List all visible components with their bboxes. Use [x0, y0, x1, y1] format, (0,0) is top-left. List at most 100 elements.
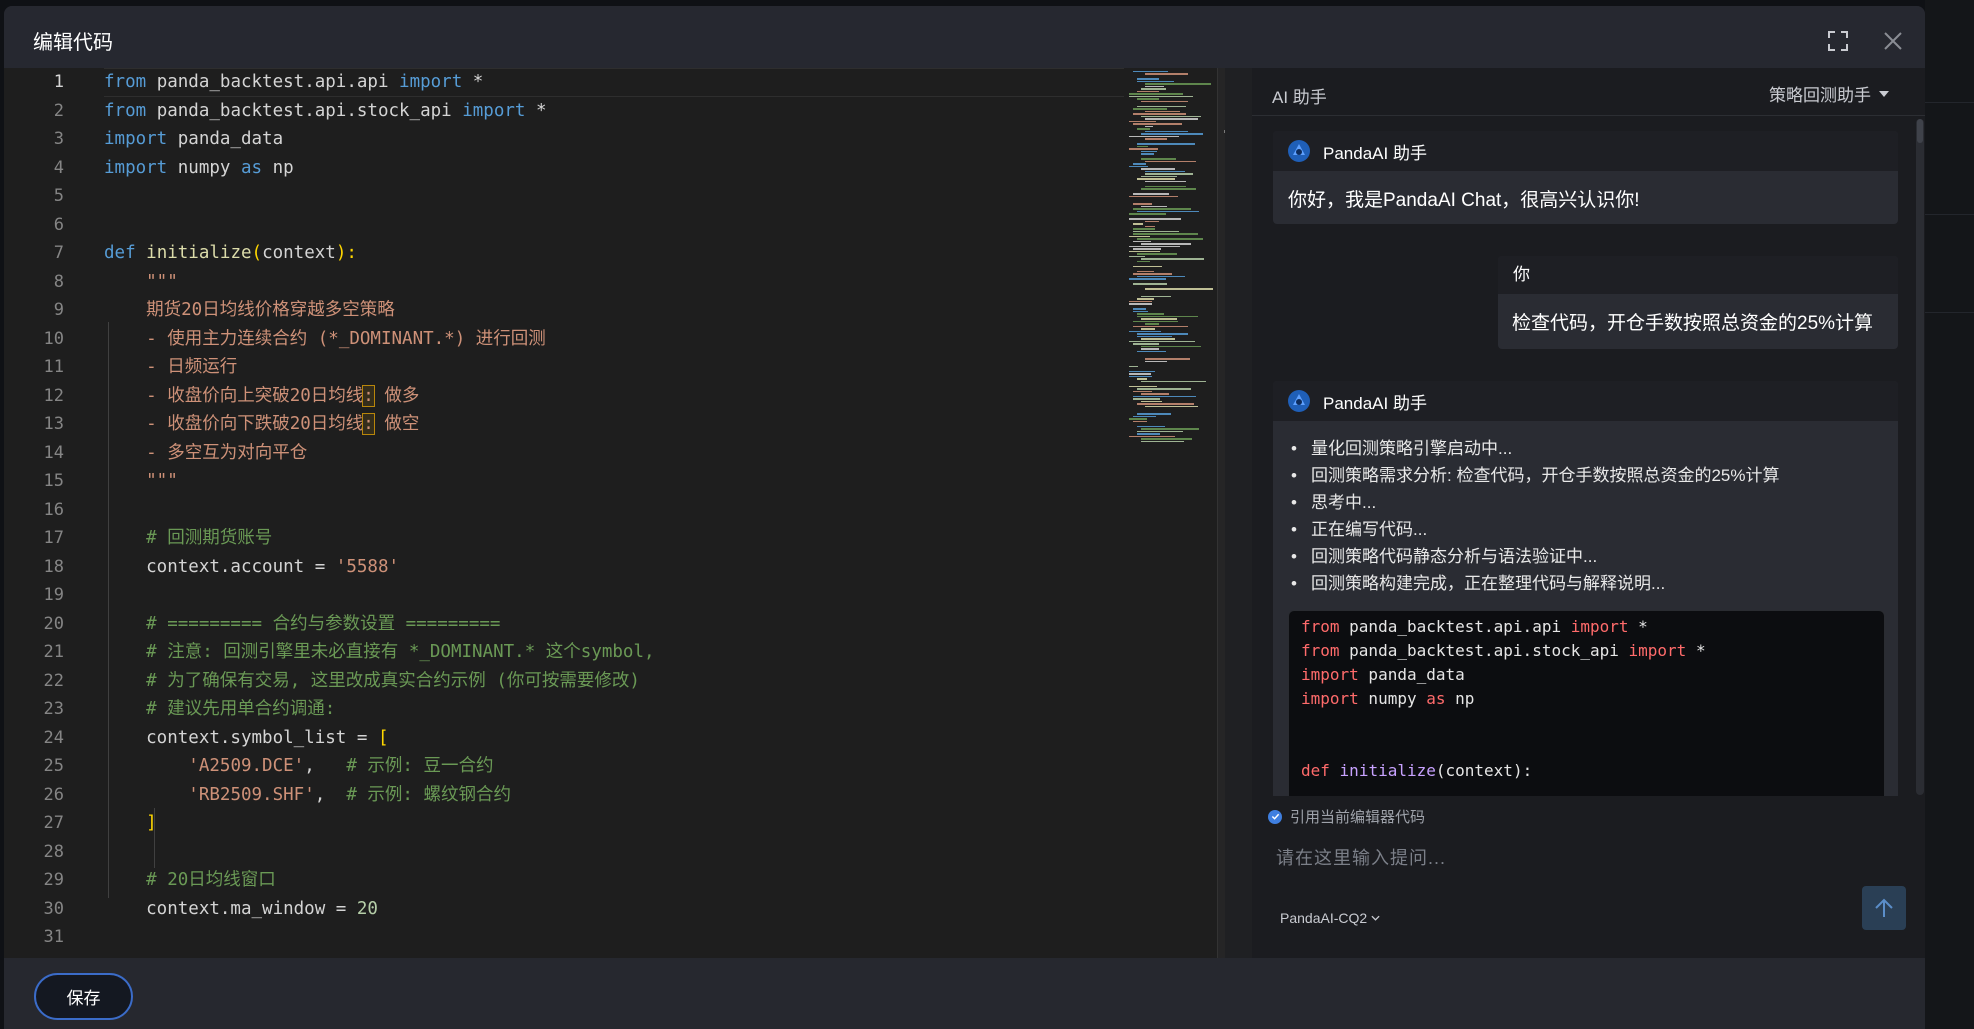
minimap-line [1145, 73, 1189, 75]
code-token: panda_data [1358, 665, 1465, 684]
generated-code-block[interactable]: from panda_backtest.api.api import * fro… [1288, 610, 1885, 796]
code-line: # 注意: 回测引擎里未必直接有 *_DOMINANT.* 这个symbol, [104, 642, 655, 662]
code-token: , [304, 756, 347, 776]
minimap-line [1141, 345, 1202, 347]
minimap-line [1137, 403, 1194, 405]
minimap-line [1137, 425, 1165, 427]
line-number: 13 [43, 414, 64, 434]
code-line: - 多空互为对向平仓 [104, 442, 308, 463]
close-button[interactable] [1878, 26, 1908, 56]
reference-editor-code-toggle[interactable]: 引用当前编辑器代码 [1268, 806, 1425, 827]
code-token: context.symbol_list = [104, 727, 378, 748]
progress-step: 量化回测策略引擎启动中... [1291, 435, 1898, 462]
minimap-line [1145, 173, 1193, 175]
minimap-line [1129, 373, 1151, 375]
minimap-line [1137, 80, 1175, 82]
assistant-name: PandaAI 助手 [1323, 393, 1427, 413]
dialog-footer: 保存 [4, 958, 1925, 1029]
line-number: 6 [53, 214, 64, 235]
minimap-line [1129, 148, 1159, 150]
minimap-line [1133, 265, 1162, 267]
code-token: # 示例: 豆一合约 [346, 756, 494, 776]
code-token: panda_data [167, 129, 284, 149]
minimap-line [1133, 208, 1191, 210]
minimap-line [1145, 83, 1212, 85]
message-header: PandaAI 助手 [1273, 381, 1898, 421]
assistant-mode-label: 策略回测助手 [1769, 86, 1871, 105]
line-number: 12 [43, 385, 64, 406]
code-line: # 建议先用单合约调通: [104, 699, 336, 719]
code-line: 期货20日均线价格穿越多空策略 [104, 300, 395, 320]
code-token: numpy [1358, 689, 1427, 708]
code-token: # 示例: 螺纹钢合约 [346, 784, 511, 805]
minimap-line [1137, 388, 1192, 390]
line-number: 29 [43, 870, 64, 890]
minimap-line [1145, 110, 1181, 112]
code-line: # 回测期货账号 [104, 528, 273, 548]
minimap-line [1133, 230, 1179, 232]
code-line: - 日频运行 [104, 357, 238, 377]
code-token: numpy [167, 157, 241, 178]
code-content[interactable]: from panda_backtest.api.api import * fro… [104, 68, 1124, 952]
line-number: 31 [43, 927, 64, 947]
progress-step: 回测策略需求分析: 检查代码，开仓手数按照总资金的25%计算 [1291, 462, 1898, 489]
chat-scrollbar[interactable] [1916, 119, 1924, 795]
minimap-line [1133, 193, 1169, 195]
editor-scrollbar[interactable] [1217, 68, 1225, 958]
line-number: 1 [53, 72, 64, 92]
minimap-line [1145, 185, 1187, 187]
minimap-line [1129, 213, 1167, 215]
line-number: 4 [53, 157, 64, 178]
progress-steps: 量化回测策略引擎启动中... 回测策略需求分析: 检查代码，开仓手数按照总资金的… [1273, 421, 1898, 597]
minimap-line [1133, 203, 1153, 205]
minimap-line [1133, 390, 1152, 392]
line-number: 7 [53, 243, 64, 263]
model-select[interactable]: PandaAI-CQ2 [1280, 910, 1380, 926]
code-token: '5588' [335, 556, 400, 577]
code-token: import [104, 129, 168, 149]
line-number: 16 [43, 499, 64, 520]
code-line: # ========= 合约与参数设置 ========= [104, 613, 501, 634]
assistant-mode-select[interactable]: 策略回测助手 [1769, 81, 1889, 106]
code-line: def initialize(context): [1301, 759, 1872, 783]
code-token: 20 [356, 898, 378, 919]
send-button[interactable] [1862, 886, 1906, 930]
chat-scrollbar-thumb[interactable] [1917, 119, 1923, 143]
backdrop [1925, 0, 1974, 1029]
code-token: import [462, 100, 526, 121]
minimap-line [1141, 100, 1189, 102]
minimap-line [1137, 433, 1160, 435]
minimap-line [1141, 328, 1156, 330]
code-minimap[interactable] [1129, 68, 1217, 958]
minimap-line [1141, 168, 1176, 170]
code-editor[interactable]: 1 2 3 4 5 6 7 8 9 10 11 12 13 14 15 16 1… [4, 68, 1225, 958]
minimap-line [1141, 133, 1203, 135]
minimap-line [1145, 405, 1198, 407]
minimap-line [1141, 153, 1155, 155]
code-token: import [1628, 641, 1687, 660]
reference-checkbox[interactable] [1268, 809, 1282, 824]
line-number: 18 [43, 556, 64, 577]
minimap-line [1141, 243, 1192, 245]
minimap-line [1133, 228, 1155, 230]
minimap-line [1133, 395, 1197, 397]
panda-logo-icon [1288, 140, 1310, 162]
line-number: 25 [43, 756, 64, 776]
panel-divider[interactable] [1225, 68, 1252, 958]
minimap-line [1145, 118, 1198, 120]
assistant-message: PandaAI 助手 你好，我是PandaAI Chat，很高兴认识你! [1273, 131, 1898, 224]
minimap-line [1141, 295, 1172, 297]
line-number: 30 [43, 898, 64, 919]
line-number: 5 [53, 186, 64, 206]
prompt-input[interactable] [1268, 840, 1708, 876]
highlighted-colon: : [362, 413, 375, 435]
save-button[interactable]: 保存 [34, 973, 133, 1020]
minimap-line [1133, 70, 1168, 72]
fullscreen-button[interactable] [1823, 26, 1853, 56]
minimap-line [1137, 78, 1160, 80]
minimap-line [1133, 343, 1160, 345]
chat-messages[interactable]: PandaAI 助手 你好，我是PandaAI Chat，很高兴认识你! 你 检… [1252, 116, 1916, 796]
assistant-name: PandaAI 助手 [1323, 143, 1427, 163]
